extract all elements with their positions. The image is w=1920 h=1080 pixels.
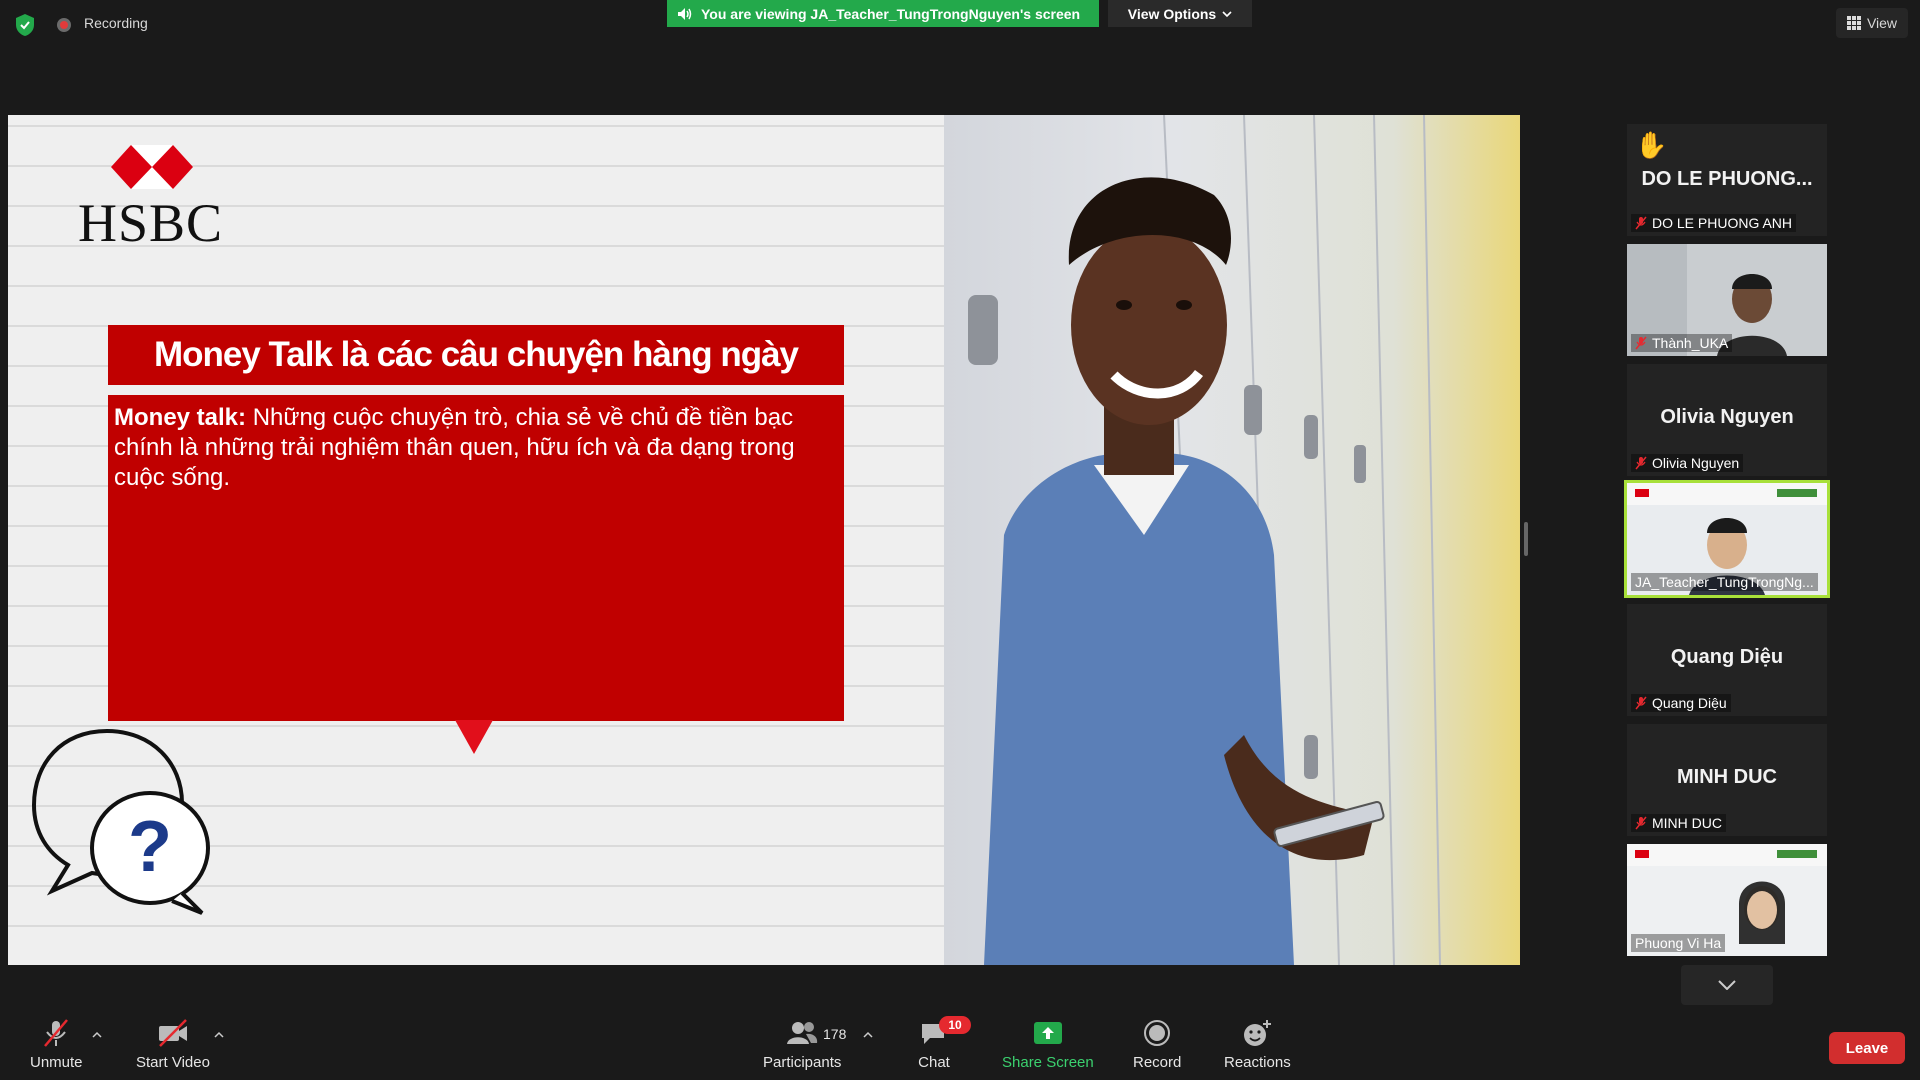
participant-tile[interactable]: MINH DUC MINH DUC [1627,724,1827,836]
participant-video-tile[interactable]: Phuong Vi Ha [1627,844,1827,956]
raised-hand-icon: ✋ [1635,130,1668,160]
student-illustration [968,115,1441,965]
share-screen-icon [1033,1022,1062,1044]
participant-name-tag: Thành_UKA [1631,334,1733,352]
participant-name: Quang Diệu [1652,695,1727,711]
record-icon [1144,1020,1171,1046]
video-off-icon [158,1019,187,1047]
participant-name: Olivia Nguyen [1652,455,1740,471]
participant-name-tag: Phuong Vi Ha [1631,934,1726,952]
participant-name-tag: DO LE PHUONG ANH [1631,214,1797,232]
viewing-banner: You are viewing JA_Teacher_TungTrongNguy… [667,0,1099,27]
participant-tile[interactable]: Quang Diệu Quang Diệu [1627,604,1827,716]
mic-muted-icon [1635,336,1647,350]
view-options-label: View Options [1127,5,1217,22]
participants-label: Participants [763,1054,842,1071]
recording-label: Recording [84,15,148,31]
participant-name: Phuong Vi Ha [1635,935,1722,951]
participant-tile[interactable]: ✋ DO LE PHUONG... DO LE PHUONG ANH [1627,124,1827,236]
recording-icon [57,18,71,32]
question-bubbles-icon: ? [31,729,210,915]
start-video-button[interactable]: Start Video [136,1018,210,1071]
shared-screen: HSBC Money Talk là các câu chuyện hàng n… [8,115,1520,965]
hsbc-logo-text: HSBC [78,193,224,253]
svg-text:?: ? [128,807,172,887]
mic-muted-icon [1635,696,1647,710]
reactions-button[interactable]: Reactions [1224,1018,1291,1071]
participant-name-tag: JA_Teacher_TungTrongNg... [1631,573,1818,591]
audio-options-caret-icon[interactable] [92,1030,102,1040]
video-options-caret-icon[interactable] [214,1030,224,1040]
reactions-icon [1244,1020,1272,1046]
hsbc-hexagon-icon [111,145,193,189]
mic-muted-icon [1635,816,1647,830]
reactions-label: Reactions [1224,1054,1291,1071]
chevron-down-icon [1718,980,1736,990]
start-video-label: Start Video [136,1054,210,1071]
viewing-banner-text: You are viewing JA_Teacher_TungTrongNguy… [701,5,1081,22]
participants-count: 178 [823,1026,847,1042]
record-button[interactable]: Record [1133,1018,1181,1071]
participant-video-tile[interactable]: Thành_UKA [1627,244,1827,356]
unmute-label: Unmute [30,1054,83,1071]
participant-tile[interactable]: Olivia Nguyen Olivia Nguyen [1627,364,1827,476]
participant-name: DO LE PHUONG ANH [1652,215,1793,231]
participant-big-name: Olivia Nguyen [1660,406,1794,428]
active-speaker-tile[interactable]: JA_Teacher_TungTrongNg... [1624,480,1830,598]
participant-big-name: MINH DUC [1677,766,1777,788]
participant-name: Thành_UKA [1652,335,1729,351]
chat-label: Chat [918,1054,950,1071]
chat-unread-badge: 10 [939,1016,971,1034]
mic-muted-icon [1635,216,1647,230]
security-shield-icon[interactable] [14,13,36,37]
participant-name-tag: Quang Diệu [1631,694,1731,712]
slide-body: Money talk: Những cuộc chuyện trò, chia … [108,395,844,721]
hsbc-logo: HSBC [78,145,228,250]
scroll-down-button[interactable] [1681,965,1773,1005]
leave-button[interactable]: Leave [1829,1032,1905,1064]
student-photo [944,115,1520,965]
speaker-icon [678,7,692,20]
mic-muted-icon [44,1019,69,1047]
slide-title: Money Talk là các câu chuyện hàng ngày [108,325,844,385]
participants-options-caret-icon[interactable] [863,1030,873,1040]
participant-big-name: Quang Diệu [1670,646,1784,668]
mic-muted-icon [1635,456,1647,470]
view-options-button[interactable]: View Options [1108,0,1252,27]
grid-icon [1846,16,1861,30]
unmute-button[interactable]: Unmute [30,1018,83,1071]
panel-resize-handle[interactable] [1524,522,1528,556]
record-label: Record [1133,1054,1182,1071]
speech-pointer [455,720,493,754]
participants-icon [787,1022,818,1044]
share-screen-button[interactable]: Share Screen [1002,1018,1094,1071]
slide-body-bold: Money talk: [114,404,247,431]
view-label: View [1866,15,1898,31]
participant-big-name: DO LE PHUONG... [1641,168,1813,190]
chevron-down-icon [1222,10,1232,17]
participant-name: MINH DUC [1652,815,1722,831]
participant-name: JA_Teacher_TungTrongNg... [1635,574,1814,590]
view-button[interactable]: View [1836,8,1908,38]
participant-name-tag: MINH DUC [1631,814,1726,832]
share-screen-label: Share Screen [1002,1054,1094,1071]
participant-name-tag: Olivia Nguyen [1631,454,1744,472]
